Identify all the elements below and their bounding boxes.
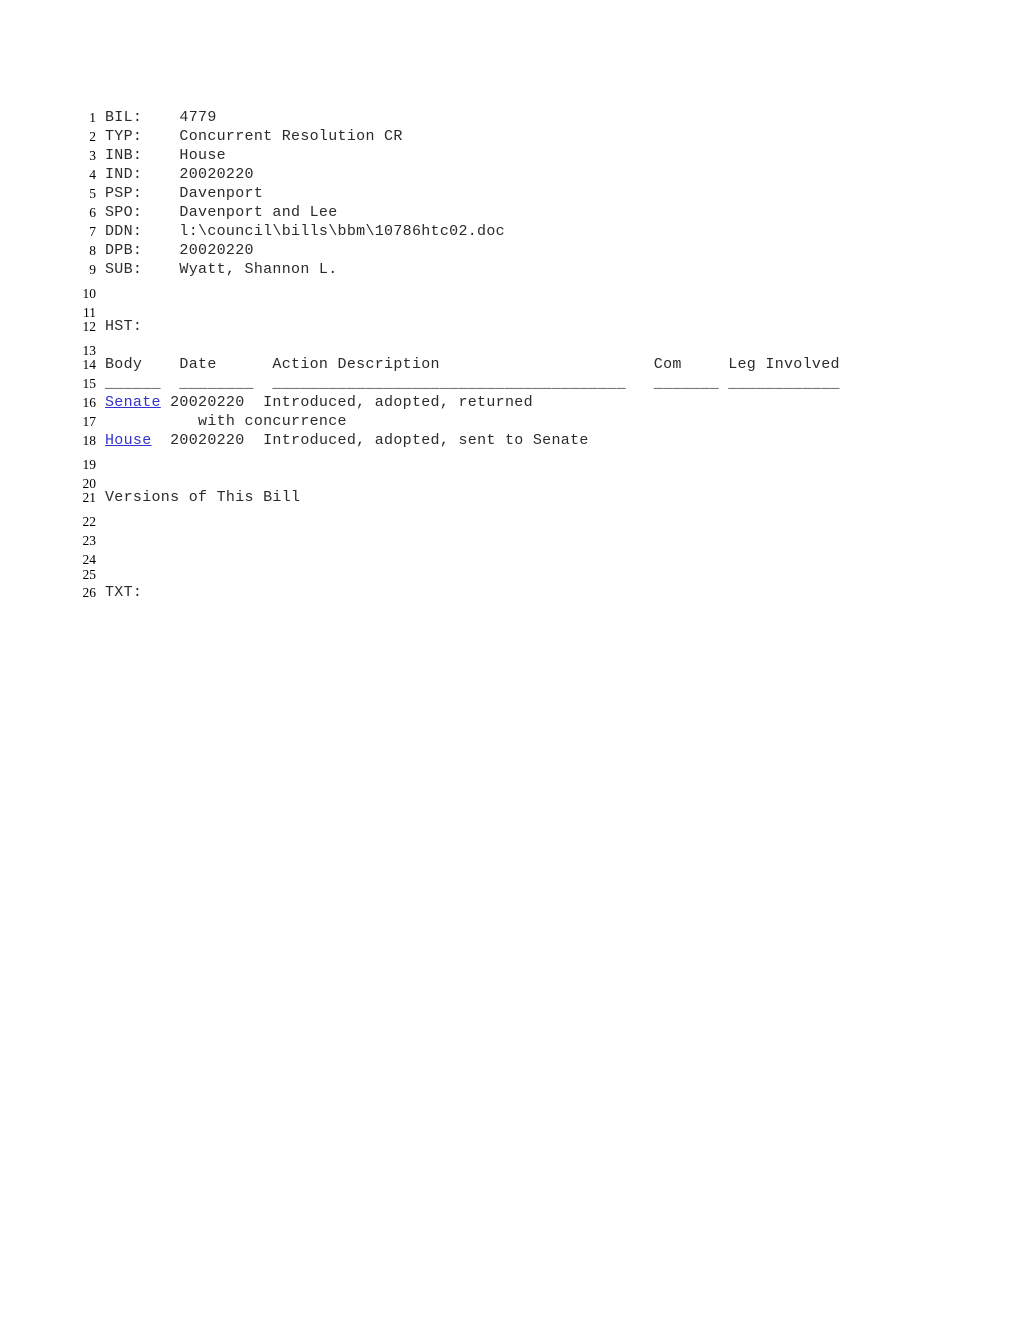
document-page: 1 2 3 4 5 6 7 8 9 10 11 12 13 14 15 16 1… — [0, 0, 1020, 1320]
line-number: 6 — [89, 205, 96, 220]
history-body-link-senate[interactable]: Senate — [105, 394, 161, 411]
field-dpb: DPB: 20020220 — [105, 242, 254, 259]
line-number: 15 — [82, 376, 97, 391]
history-table-rule: ______ ________ ________________________… — [105, 375, 840, 392]
line-number: 26 — [82, 585, 97, 600]
field-typ: TYP: Concurrent Resolution CR — [105, 128, 403, 145]
line-number: 16 — [82, 395, 97, 410]
field-ddn: DDN: l:\council\bills\bbm\10786htc02.doc — [105, 223, 505, 240]
line-number: 23 — [82, 533, 97, 548]
history-row-senate-rest: 20020220 Introduced, adopted, returned — [160, 394, 533, 411]
line-number: 20 — [82, 476, 97, 491]
history-row-house-rest: 20020220 Introduced, adopted, sent to Se… — [151, 432, 589, 449]
line-number: 9 — [89, 262, 96, 277]
history-row-senate-continued: with concurrence — [105, 413, 347, 430]
field-spo: SPO: Davenport and Lee — [105, 204, 338, 221]
table-row: Senate 20020220 Introduced, adopted, ret… — [105, 395, 533, 411]
line-number: 19 — [82, 457, 97, 472]
line-number: 22 — [82, 514, 97, 529]
versions-heading: Versions of This Bill — [105, 489, 301, 506]
text-section-label: TXT: — [105, 584, 143, 601]
line-number: 12 — [82, 319, 97, 334]
field-ind: IND: 20020220 — [105, 166, 254, 183]
field-bil: BIL: 4779 — [105, 109, 217, 126]
history-table-header: Body Date Action Description Com Leg Inv… — [105, 356, 840, 373]
line-number: 13 — [82, 343, 97, 358]
line-number: 11 — [83, 305, 96, 320]
line-number: 21 — [82, 490, 97, 505]
line-number: 8 — [89, 243, 96, 258]
line-number: 17 — [82, 414, 97, 429]
line-number: 4 — [89, 167, 96, 182]
line-number: 24 — [82, 552, 97, 567]
table-row: House 20020220 Introduced, adopted, sent… — [105, 433, 589, 449]
field-psp: PSP: Davenport — [105, 185, 264, 202]
line-number: 5 — [89, 186, 96, 201]
line-number: 3 — [89, 148, 96, 163]
line-number: 2 — [89, 129, 96, 144]
line-number: 18 — [82, 433, 97, 448]
field-inb: INB: House — [105, 147, 226, 164]
line-number: 10 — [82, 286, 97, 301]
line-number: 1 — [89, 110, 96, 125]
field-sub: SUB: Wyatt, Shannon L. — [105, 261, 338, 278]
history-section-label: HST: — [105, 318, 143, 335]
line-number: 25 — [82, 567, 97, 582]
line-number: 14 — [82, 357, 97, 372]
history-body-link-house[interactable]: House — [105, 432, 152, 449]
line-number: 7 — [89, 224, 96, 239]
